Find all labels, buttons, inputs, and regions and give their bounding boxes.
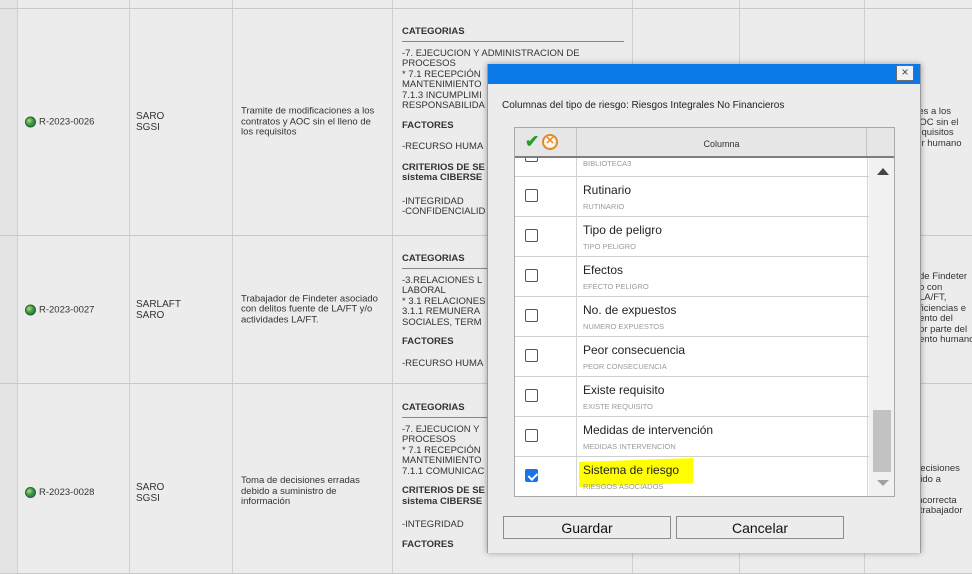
column-option-label: Medidas de intervención [583,423,714,437]
risk-code-cell[interactable]: R-2023-0026 [18,9,130,235]
table-row [0,0,972,9]
column-checkbox[interactable] [525,469,538,482]
cause-text: de Findeter o con LA/FT, ficiencias e en… [919,271,972,345]
column-option-row[interactable]: Rutinario RUTINARIO [515,177,869,217]
column-checkbox[interactable] [525,349,538,362]
column-checkbox[interactable] [525,229,538,242]
close-icon[interactable]: × [901,65,908,79]
risk-description: Trabajador de Findeter asociado con deli… [241,292,378,325]
scroll-up-arrow-icon[interactable] [877,168,889,175]
column-option-row[interactable]: Peor consecuencia PEOR CONSECUENCIA [515,337,869,377]
column-option-row[interactable]: No. de expuestos NUMERO EXPUESTOS [515,297,869,337]
cause-text: decisiones bido a n incorrecta l trabaja… [915,463,963,516]
systems-cell: SARO SGSI [130,384,233,573]
column-option-row[interactable]: Existe requisito EXISTE REQUISITO [515,377,869,417]
column-option-row[interactable]: Tipo de peligro TIPO PELIGRO [515,217,869,257]
column-option-label: Tipo de peligro [583,223,662,237]
description-cell: Toma de decisiones erradas debido a sumi… [233,384,393,573]
column-option-code: RUTINARIO [583,202,625,211]
risk-description: Tramite de modificaciones a los contrato… [241,105,375,138]
system-name: SARO [136,111,165,122]
system-name: SGSI [136,493,160,504]
risk-code[interactable]: R-2023-0027 [39,304,94,315]
column-option-label: Efectos [583,263,624,277]
globe-icon [25,304,36,315]
column-option-row[interactable]: BIBLIOTECA3 [515,158,869,177]
column-option-code: RIESGOS ASOCIADOS [583,482,664,491]
system-name: SGSI [136,122,160,133]
column-header: Columna [577,128,867,156]
description-cell: Tramite de modificaciones a los contrato… [233,9,393,235]
green-check-icon[interactable]: ✔ [525,133,539,151]
column-option-code: MEDIDAS INTERVENCION [583,442,676,451]
close-button[interactable]: × [896,65,914,81]
cancel-button[interactable]: Cancelar [676,516,844,539]
column-checkbox[interactable] [525,189,538,202]
column-checkbox[interactable] [525,158,538,162]
system-name: SARO [136,482,165,493]
column-checkbox[interactable] [525,429,538,442]
column-option-row[interactable]: Medidas de intervención MEDIDAS INTERVENC… [515,417,869,457]
options-list: BIBLIOTECA3 Rutinario RUTINARIO Tipo de pel… [515,158,869,496]
scrollbar-thumb[interactable] [873,410,891,472]
column-option-code: PEOR CONSECUENCIA [583,362,667,371]
columns-grid: ✔ ✕ Columna BIBLIOTECA3 Rutinario RUTINARI… [514,127,895,497]
systems-cell: SARLAFT SARO [130,236,233,383]
globe-icon [25,487,36,498]
column-option-code: BIBLIOTECA3 [583,159,632,168]
columns-dialog: × Columnas del tipo de riesgo: Riesgos I… [487,64,921,553]
column-option-code: EFECTO PELIGRO [583,282,649,291]
column-option-label: No. de expuestos [583,303,677,317]
column-checkbox[interactable] [525,389,538,402]
column-checkbox[interactable] [525,309,538,322]
orange-cancel-icon[interactable]: ✕ [542,134,558,150]
systems-cell: SARO SGSI [130,9,233,235]
column-option-code: EXISTE REQUISITO [583,402,653,411]
risk-code-cell[interactable]: R-2023-0028 [18,384,130,573]
dialog-subtitle: Columnas del tipo de riesgo: Riesgos Int… [502,100,785,111]
column-option-label: Peor consecuencia [583,343,686,357]
column-option-code: NUMERO EXPUESTOS [583,322,665,331]
risk-code-cell[interactable]: R-2023-0027 [18,236,130,383]
column-option-code: TIPO PELIGRO [583,242,636,251]
column-checkbox[interactable] [525,269,538,282]
description-cell: Trabajador de Findeter asociado con deli… [233,236,393,383]
system-name: SARO [136,309,165,321]
column-option-row[interactable]: Sistema de riesgo RIESGOS ASOCIADOS [515,457,869,496]
risk-description: Toma de decisiones erradas debido a sumi… [241,475,360,507]
scrollbar[interactable] [869,158,894,496]
categorias-header: CATEGORIAS [402,26,624,42]
grid-header: ✔ ✕ Columna [515,128,894,158]
dialog-titlebar[interactable]: × [488,64,920,84]
column-option-row[interactable]: Efectos EFECTO PELIGRO [515,257,869,297]
save-button[interactable]: Guardar [503,516,671,539]
system-name: SARLAFT [136,298,182,310]
globe-icon [25,116,36,128]
column-option-label: Sistema de riesgo [583,463,680,477]
column-option-label: Existe requisito [583,383,665,397]
scroll-down-arrow-icon[interactable] [877,480,889,486]
risk-code[interactable]: R-2023-0026 [39,117,94,128]
column-option-label: Rutinario [583,183,632,197]
risk-code[interactable]: R-2023-0028 [39,487,94,498]
